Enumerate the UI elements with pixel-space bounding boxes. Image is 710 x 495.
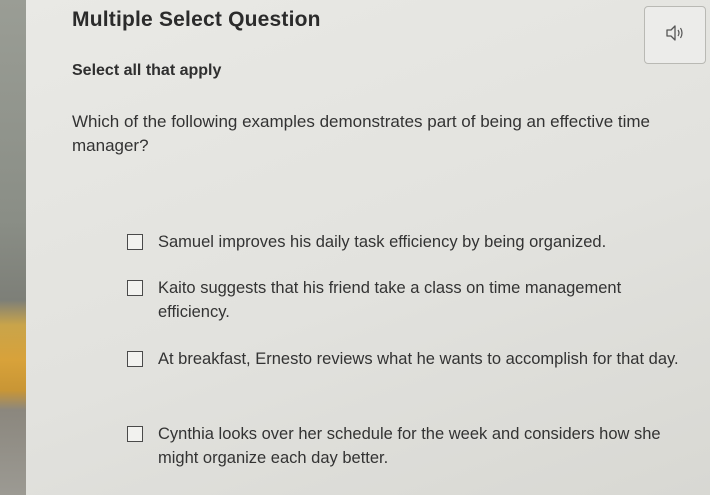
answer-option[interactable]: Kaito suggests that his friend take a cl… xyxy=(127,276,687,324)
answer-option[interactable]: At breakfast, Ernesto reviews what he wa… xyxy=(127,347,687,371)
option-label: Samuel improves his daily task efficienc… xyxy=(158,233,607,251)
option-label: At breakfast, Ernesto reviews what he wa… xyxy=(158,350,679,368)
background-strip xyxy=(0,0,26,495)
speaker-icon xyxy=(665,24,685,47)
option-label: Cynthia looks over her schedule for the … xyxy=(158,425,661,467)
option-checkbox[interactable] xyxy=(127,351,143,367)
option-checkbox[interactable] xyxy=(127,234,143,250)
answer-option[interactable]: Cynthia looks over her schedule for the … xyxy=(127,422,687,470)
option-label: Kaito suggests that his friend take a cl… xyxy=(158,279,622,321)
instructions-label: Select all that apply xyxy=(72,62,222,79)
question-type-title: Multiple Select Question xyxy=(72,8,321,31)
question-text: Which of the following examples demonstr… xyxy=(72,112,650,155)
answer-option[interactable]: Samuel improves his daily task efficienc… xyxy=(127,230,687,254)
read-aloud-button[interactable] xyxy=(644,6,706,64)
option-checkbox[interactable] xyxy=(127,426,143,442)
option-checkbox[interactable] xyxy=(127,280,143,296)
